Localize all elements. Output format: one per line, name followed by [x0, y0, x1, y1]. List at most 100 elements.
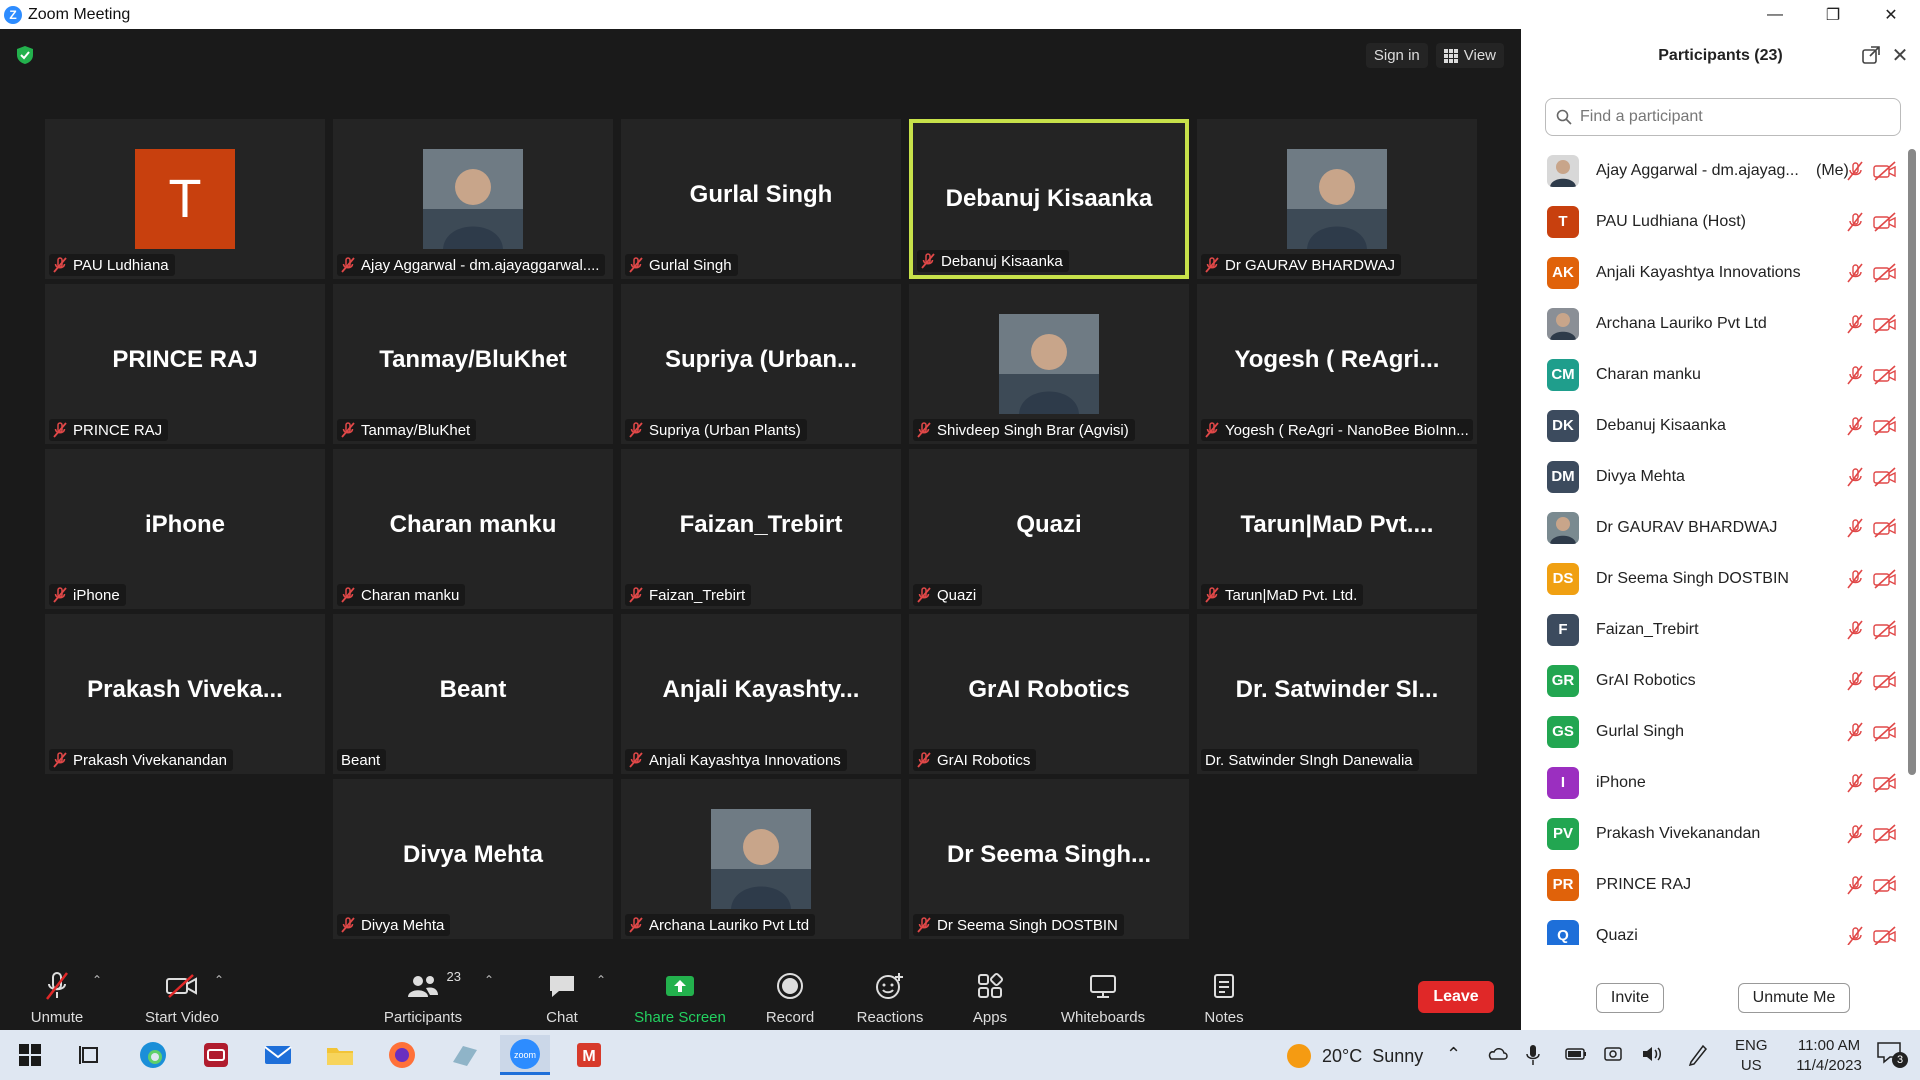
video-tile[interactable]: Gurlal Singh Gurlal Singh — [621, 119, 901, 279]
onedrive-cloud-icon[interactable] — [1486, 1045, 1508, 1066]
video-options-caret[interactable]: ⌃ — [214, 973, 224, 987]
participant-row[interactable]: PV Prakash Vivekanandan — [1521, 808, 1906, 859]
participant-muted-icon[interactable] — [1845, 416, 1865, 436]
participant-video-off-icon[interactable] — [1873, 415, 1897, 436]
video-tile[interactable]: Divya Mehta Divya Mehta — [333, 779, 613, 939]
record-button[interactable]: Record — [760, 961, 820, 1030]
chat-options-caret[interactable]: ⌃ — [596, 973, 606, 987]
participant-video-off-icon[interactable] — [1873, 313, 1897, 334]
pop-out-icon[interactable] — [1861, 45, 1881, 65]
unmute-me-button[interactable]: Unmute Me — [1738, 983, 1850, 1013]
participant-video-off-icon[interactable] — [1873, 568, 1897, 589]
video-tile[interactable]: Shivdeep Singh Brar (Agvisi) — [909, 284, 1189, 444]
participant-row[interactable]: DM Divya Mehta — [1521, 451, 1906, 502]
participants-button[interactable]: 23 Participants — [382, 961, 464, 1030]
pen-menu-icon[interactable] — [1687, 1042, 1709, 1071]
tablet-app-icon[interactable] — [444, 1038, 484, 1072]
apps-button[interactable]: Apps — [964, 961, 1016, 1030]
participant-muted-icon[interactable] — [1845, 518, 1865, 538]
video-tile[interactable]: Quazi Quazi — [909, 449, 1189, 609]
video-editor-icon[interactable] — [196, 1038, 236, 1072]
notes-button[interactable]: Notes — [1198, 961, 1250, 1030]
participant-muted-icon[interactable] — [1845, 926, 1865, 946]
participant-muted-icon[interactable] — [1845, 773, 1865, 793]
participant-video-off-icon[interactable] — [1873, 772, 1897, 793]
minimize-button[interactable]: — — [1746, 0, 1804, 29]
participant-list-scrollbar[interactable] — [1908, 149, 1916, 775]
share-screen-button[interactable]: Share Screen — [632, 961, 728, 1030]
start-video-button[interactable]: Start Video — [132, 961, 232, 1030]
participant-video-off-icon[interactable] — [1873, 517, 1897, 538]
participant-row[interactable]: PR PRINCE RAJ — [1521, 859, 1906, 910]
participant-video-off-icon[interactable] — [1873, 925, 1897, 946]
restore-button[interactable]: ❐ — [1804, 0, 1862, 29]
task-view-icon[interactable] — [70, 1038, 110, 1072]
invite-button[interactable]: Invite — [1596, 983, 1664, 1013]
file-explorer-icon[interactable] — [320, 1038, 360, 1072]
participant-muted-icon[interactable] — [1845, 314, 1865, 334]
close-panel-icon[interactable]: ✕ — [1889, 43, 1911, 67]
participant-row[interactable]: F Faizan_Trebirt — [1521, 604, 1906, 655]
participant-video-off-icon[interactable] — [1873, 160, 1897, 181]
video-tile[interactable]: Anjali Kayashty... Anjali Kayashtya Innov… — [621, 614, 901, 774]
participant-video-off-icon[interactable] — [1873, 823, 1897, 844]
video-tile[interactable]: Dr. Satwinder SI... Dr. Satwinder SIngh D… — [1197, 614, 1477, 774]
participant-video-off-icon[interactable] — [1873, 364, 1897, 385]
whiteboards-button[interactable]: Whiteboards — [1054, 961, 1152, 1030]
close-window-button[interactable]: ✕ — [1862, 0, 1920, 29]
participant-muted-icon[interactable] — [1845, 365, 1865, 385]
participant-row[interactable]: GR GrAI Robotics — [1521, 655, 1906, 706]
video-tile[interactable]: Dr Seema Singh... Dr Seema Singh DOSTBIN — [909, 779, 1189, 939]
participant-row[interactable]: CM Charan manku — [1521, 349, 1906, 400]
video-tile[interactable]: Tarun|MaD Pvt.... Tarun|MaD Pvt. Ltd. — [1197, 449, 1477, 609]
video-tile[interactable]: Yogesh ( ReAgri... Yogesh ( ReAgri - Nano… — [1197, 284, 1477, 444]
video-tile[interactable]: GrAI Robotics GrAI Robotics — [909, 614, 1189, 774]
participant-video-off-icon[interactable] — [1873, 874, 1897, 895]
video-tile[interactable]: T PAU Ludhiana — [45, 119, 325, 279]
participant-muted-icon[interactable] — [1845, 212, 1865, 232]
firefox-icon[interactable] — [382, 1038, 422, 1072]
weather-widget[interactable]: 20°C Sunny — [1286, 1043, 1423, 1069]
windows-start-icon[interactable] — [10, 1038, 50, 1072]
edge-browser-icon[interactable] — [133, 1038, 173, 1072]
video-tile[interactable]: Archana Lauriko Pvt Ltd — [621, 779, 901, 939]
sign-in-button[interactable]: Sign in — [1365, 43, 1428, 68]
participant-video-off-icon[interactable] — [1873, 619, 1897, 640]
video-tile[interactable]: Faizan_Trebirt Faizan_Trebirt — [621, 449, 901, 609]
video-tile[interactable]: Ajay Aggarwal - dm.ajayaggarwal.... — [333, 119, 613, 279]
participant-video-off-icon[interactable] — [1873, 670, 1897, 691]
participant-row[interactable]: DS Dr Seema Singh DOSTBIN — [1521, 553, 1906, 604]
participant-video-off-icon[interactable] — [1873, 466, 1897, 487]
chat-button[interactable]: Chat — [534, 961, 590, 1030]
participant-muted-icon[interactable] — [1845, 263, 1865, 283]
video-tile[interactable]: Beant Beant — [333, 614, 613, 774]
video-tile[interactable]: Dr GAURAV BHARDWAJ — [1197, 119, 1477, 279]
participant-muted-icon[interactable] — [1845, 875, 1865, 895]
video-tile[interactable]: Debanuj Kisaanka Debanuj Kisaanka — [909, 119, 1189, 279]
participant-muted-icon[interactable] — [1845, 161, 1865, 181]
camera-tray-icon[interactable] — [1603, 1044, 1623, 1069]
participant-muted-icon[interactable] — [1845, 620, 1865, 640]
show-hidden-icons-chevron-icon[interactable]: ⌃ — [1446, 1044, 1461, 1065]
participants-options-caret[interactable]: ⌃ — [484, 973, 494, 987]
participant-row[interactable]: GS Gurlal Singh — [1521, 706, 1906, 757]
battery-icon[interactable] — [1565, 1046, 1587, 1067]
participant-search-input[interactable]: Find a participant — [1545, 98, 1901, 136]
microphone-tray-icon[interactable] — [1526, 1044, 1540, 1071]
mail-icon[interactable] — [258, 1038, 298, 1072]
office-app-icon[interactable]: M — [569, 1038, 609, 1072]
participant-row[interactable]: DK Debanuj Kisaanka — [1521, 400, 1906, 451]
participant-video-off-icon[interactable] — [1873, 262, 1897, 283]
video-tile[interactable]: Supriya (Urban... Supriya (Urban Plants) — [621, 284, 901, 444]
reactions-button[interactable]: Reactions — [852, 961, 928, 1030]
video-tile[interactable]: Tanmay/BluKhet Tanmay/BluKhet — [333, 284, 613, 444]
encryption-shield-icon[interactable] — [15, 45, 35, 65]
video-tile[interactable]: PRINCE RAJ PRINCE RAJ — [45, 284, 325, 444]
unmute-button[interactable]: Unmute — [26, 961, 88, 1030]
video-tile[interactable]: iPhone iPhone — [45, 449, 325, 609]
participant-video-off-icon[interactable] — [1873, 721, 1897, 742]
audio-options-caret[interactable]: ⌃ — [92, 973, 102, 987]
video-tile[interactable]: Prakash Viveka... Prakash Vivekanandan — [45, 614, 325, 774]
participant-row[interactable]: T PAU Ludhiana (Host) — [1521, 196, 1906, 247]
participant-row[interactable]: IiPhone — [1521, 757, 1906, 808]
